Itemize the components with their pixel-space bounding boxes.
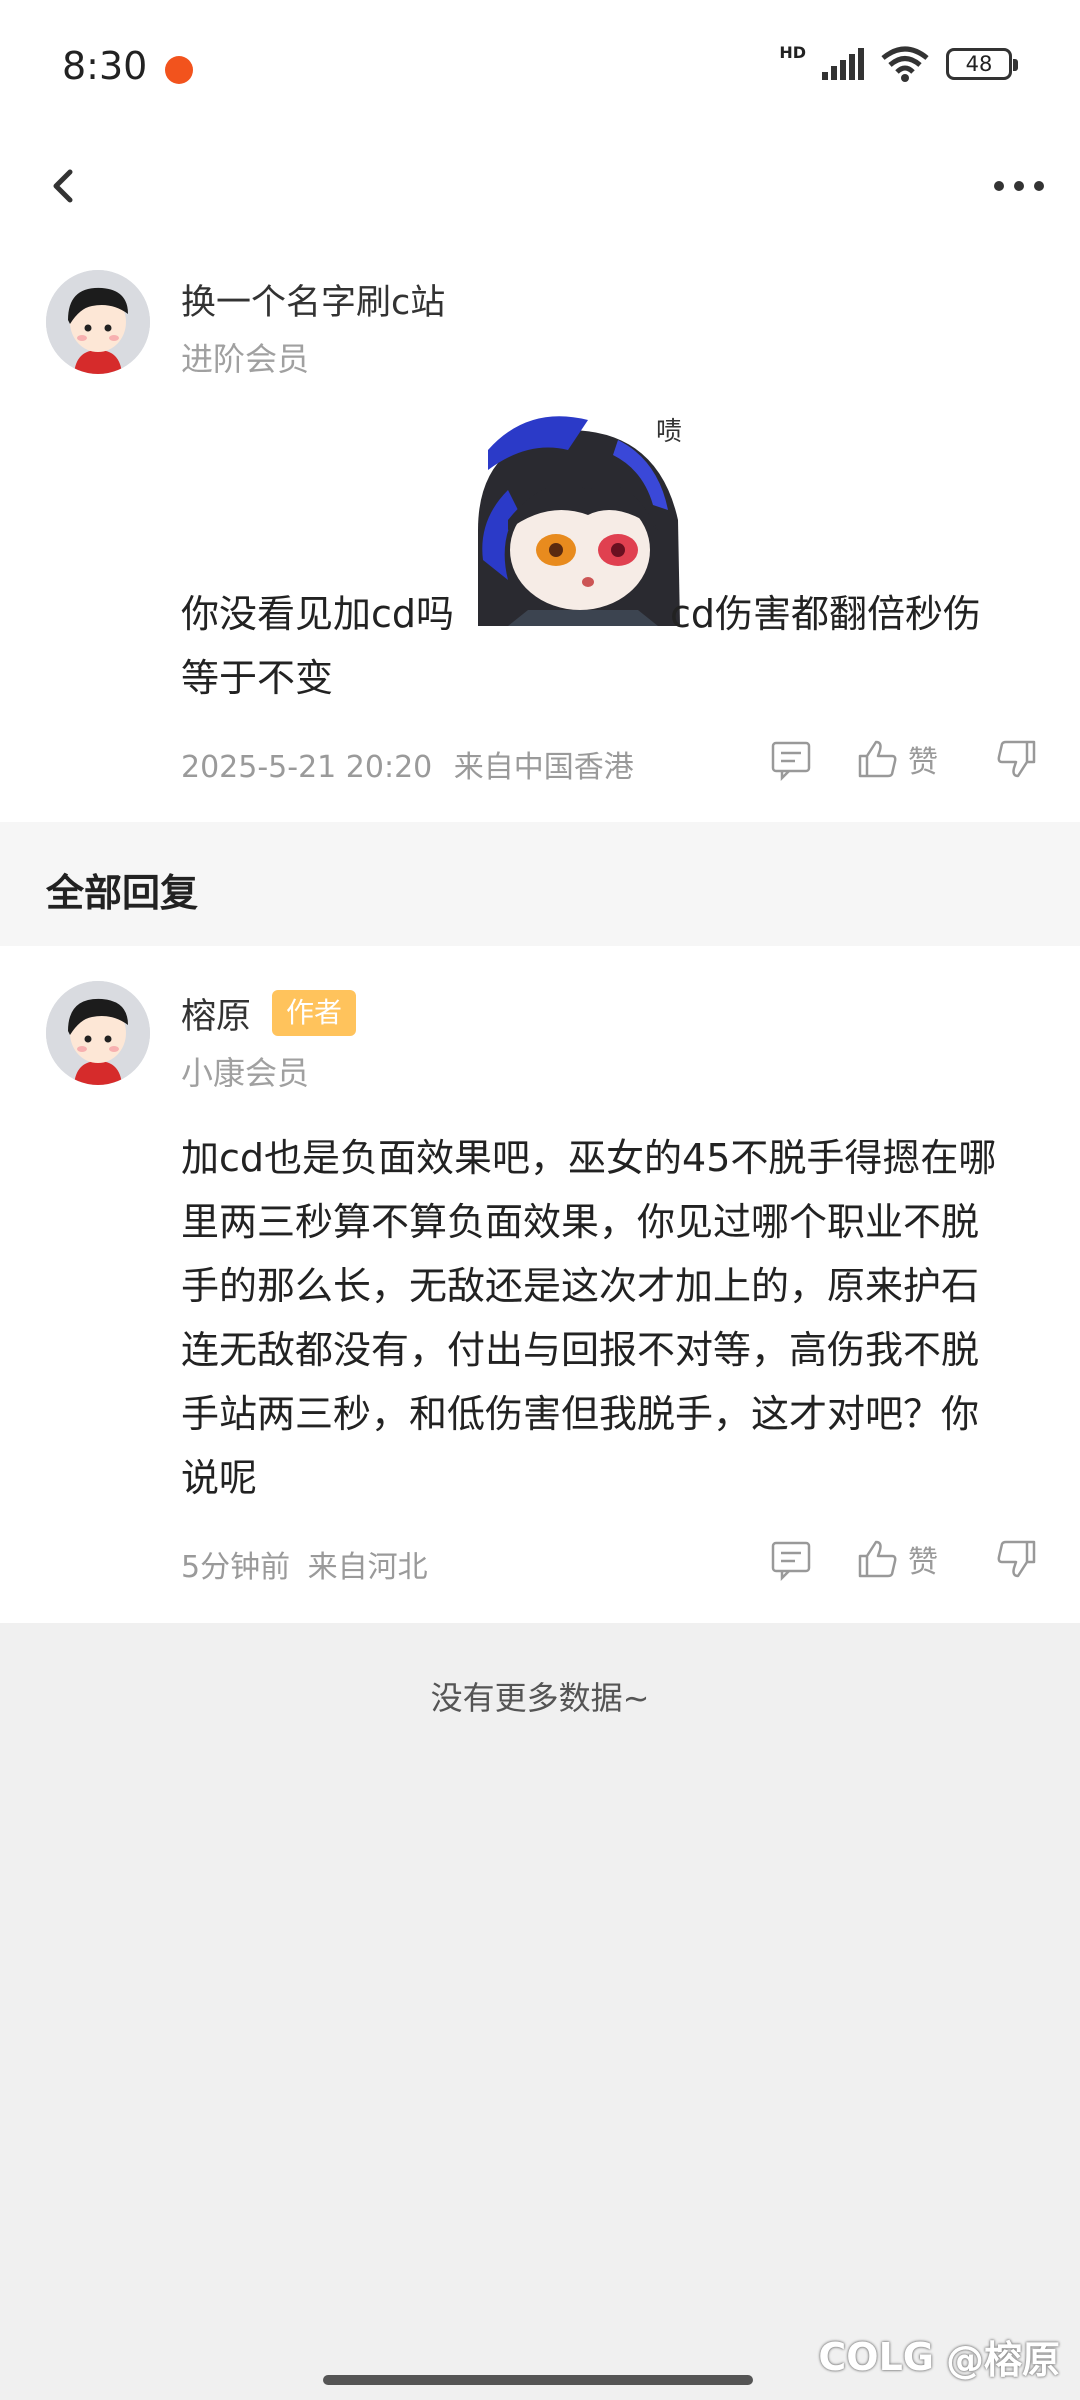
sticker-caption: 啧 xyxy=(656,417,682,447)
dislike-button[interactable] xyxy=(994,1536,1040,1582)
status-bar: 8:30 HD 48 xyxy=(0,0,1080,130)
watermark-handle: @榕原 xyxy=(945,2338,1060,2382)
post-location: 来自中国香港 xyxy=(453,750,634,785)
post-meta: 2025-5-21 20:20 来自中国香港 xyxy=(181,742,634,786)
avatar-cartoon-icon xyxy=(46,270,150,374)
post-timestamp: 2025-5-21 20:20 xyxy=(181,750,433,785)
signal-icon xyxy=(822,48,864,80)
status-time: 8:30 xyxy=(62,44,148,88)
comment-icon xyxy=(771,741,811,782)
post-member-level: 进阶会员 xyxy=(181,340,310,378)
reply-text-line: 说呢 xyxy=(181,1456,258,1500)
footer-area: 没有更多数据~ COLG @榕原 xyxy=(0,1623,1080,2400)
post-actions: 赞 xyxy=(768,736,1040,782)
battery-icon: 48 xyxy=(946,48,1018,80)
app-notification-icon xyxy=(165,56,193,84)
all-replies-title: 全部回复 xyxy=(46,871,199,915)
reply-time: 5分钟前 xyxy=(181,1550,291,1585)
reply-item: 榕原 作者 小康会员 加cd也是负面效果吧，巫女的45不脱手得摁在哪 里两三秒算… xyxy=(0,946,1080,1623)
reply-author-name[interactable]: 榕原 xyxy=(181,988,251,1039)
thumbs-up-icon xyxy=(858,1540,897,1578)
all-replies-header: 全部回复 xyxy=(0,822,1080,946)
reply-text-line: 手的那么长，无敌还是这次才加上的，原来护石 xyxy=(181,1264,980,1308)
thumbs-down-icon xyxy=(997,1540,1036,1578)
thumbs-down-icon xyxy=(997,740,1036,778)
watermark-logo: COLG xyxy=(818,2334,934,2379)
battery-level: 48 xyxy=(965,52,993,76)
reply-text: 加cd也是负面效果吧，巫女的45不脱手得摁在哪 里两三秒算不算负面效果，你见过哪… xyxy=(181,1126,1041,1510)
status-icons: HD 48 xyxy=(779,42,1018,82)
author-badge: 作者 xyxy=(272,990,357,1036)
reply-actions: 赞 xyxy=(768,1536,1040,1582)
like-button[interactable]: 赞 xyxy=(854,1536,938,1582)
reply-text-line: 加cd也是负面效果吧，巫女的45不脱手得摁在哪 xyxy=(181,1136,997,1180)
reply-button[interactable] xyxy=(768,736,814,782)
reply-text-line: 里两三秒算不算负面效果，你见过哪个职业不脱 xyxy=(181,1200,980,1244)
avatar[interactable] xyxy=(46,981,150,1085)
reply-button[interactable] xyxy=(768,1536,814,1582)
nav-bar xyxy=(0,130,1080,250)
like-label: 赞 xyxy=(908,745,938,780)
post-author-name[interactable]: 换一个名字刷c站 xyxy=(181,274,445,325)
hd-network-label: HD xyxy=(779,42,806,62)
post-text: 你没看见加cd吗 cd伤害都翻倍秒伤 等于不变 xyxy=(181,582,1041,710)
reply-meta: 5分钟前 来自河北 xyxy=(181,1542,428,1586)
watermark: COLG @榕原 xyxy=(818,2329,1060,2384)
wifi-icon xyxy=(881,46,929,82)
reply-text-line: 手站两三秒，和低伤害但我脱手，这才对吧？你 xyxy=(181,1392,980,1436)
reply-text-line: 连无敌都没有，付出与回报不对等，高伤我不脱 xyxy=(181,1328,980,1372)
comment-icon xyxy=(771,1541,811,1582)
post-text-line2: 等于不变 xyxy=(181,656,334,700)
post-text-part2: cd伤害都翻倍秒伤 xyxy=(670,592,982,636)
avatar[interactable] xyxy=(46,270,150,374)
like-label: 赞 xyxy=(908,1545,938,1580)
back-arrow-icon[interactable] xyxy=(34,156,94,216)
avatar-cartoon-icon xyxy=(46,981,150,1085)
thumbs-up-icon xyxy=(858,740,897,778)
dislike-button[interactable] xyxy=(994,736,1040,782)
reply-location: 来自河北 xyxy=(307,1550,428,1585)
main-comment: 换一个名字刷c站 进阶会员 啧 你没看见加cd吗 cd伤害都翻倍秒伤 等于不变 2… xyxy=(0,250,1080,822)
home-indicator[interactable] xyxy=(323,2375,753,2385)
like-button[interactable]: 赞 xyxy=(854,736,938,782)
reply-member-level: 小康会员 xyxy=(181,1054,310,1092)
no-more-data-label: 没有更多数据~ xyxy=(430,1679,650,1717)
more-options-icon[interactable] xyxy=(984,156,1054,216)
post-text-part1: 你没看见加cd吗 xyxy=(181,592,455,636)
